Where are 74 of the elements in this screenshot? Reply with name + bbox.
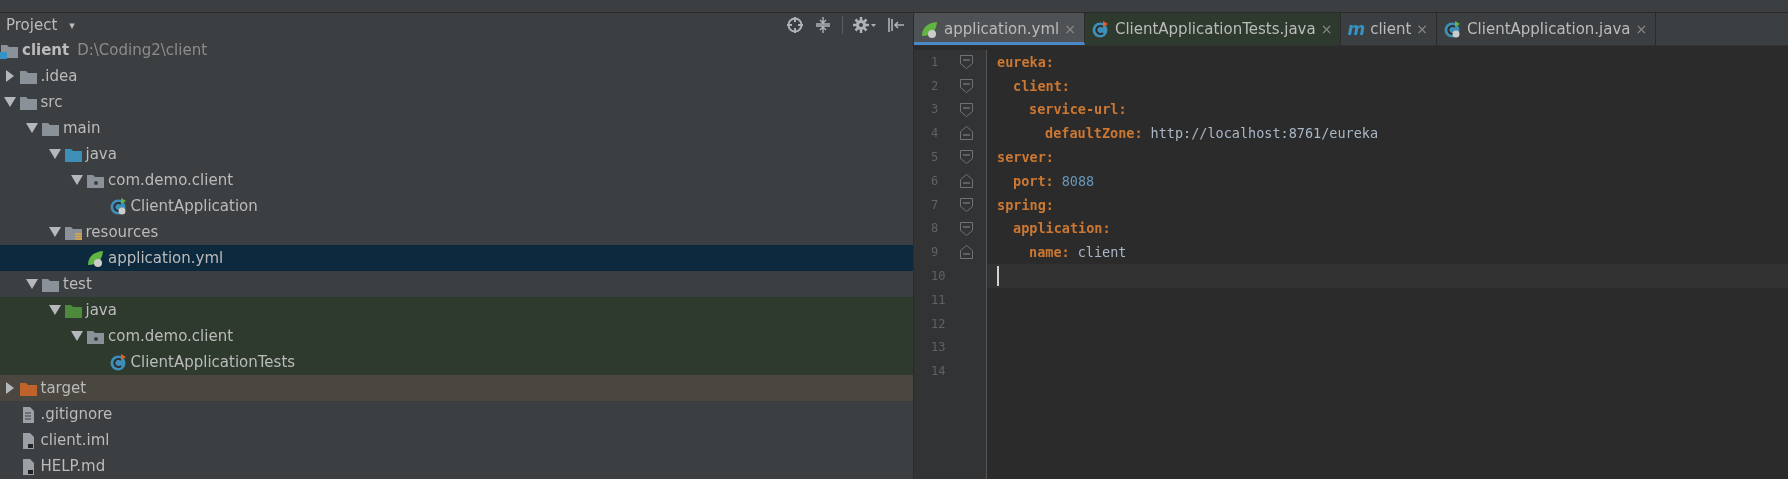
expanded-arrow-icon[interactable] bbox=[48, 149, 61, 159]
selected-row[interactable]: application.yml bbox=[0, 245, 913, 271]
tree-item[interactable]: ClientApplicationTests bbox=[130, 353, 296, 371]
fold-marker-icon[interactable] bbox=[960, 150, 973, 165]
tree-item[interactable]: HELP.md bbox=[40, 457, 106, 475]
collapse-icon[interactable] bbox=[814, 16, 832, 34]
fold-marker-icon[interactable] bbox=[960, 197, 973, 212]
crosshair-icon[interactable] bbox=[786, 16, 804, 34]
maven-icon: m bbox=[1347, 19, 1366, 39]
text-caret bbox=[997, 266, 999, 287]
collapsed-arrow-icon[interactable] bbox=[5, 382, 14, 394]
tree-item[interactable]: ClientApplication bbox=[130, 197, 258, 215]
editor-tab[interactable]: application.yml × bbox=[914, 13, 1085, 45]
fold-end-icon[interactable] bbox=[960, 245, 973, 260]
fold-end-icon[interactable] bbox=[960, 126, 973, 141]
editor-tab[interactable]: ClientApplication.java × bbox=[1437, 13, 1657, 45]
expanded-arrow-icon[interactable] bbox=[71, 175, 83, 185]
tree-item[interactable]: java bbox=[85, 145, 117, 163]
tree-item[interactable]: .idea bbox=[40, 67, 78, 85]
class-icon bbox=[108, 353, 128, 371]
close-icon[interactable]: × bbox=[1635, 21, 1648, 37]
yaml-key: server: bbox=[997, 149, 1054, 166]
fold-end-icon[interactable] bbox=[960, 174, 973, 188]
tree-item[interactable]: resources bbox=[85, 223, 159, 241]
tree-item[interactable]: client.iml bbox=[40, 431, 110, 449]
settings-icon[interactable] bbox=[853, 16, 877, 34]
yaml-key: spring: bbox=[997, 196, 1054, 213]
expanded-arrow-icon[interactable] bbox=[71, 331, 83, 341]
class-icon bbox=[1090, 20, 1110, 38]
tree-item[interactable]: src bbox=[40, 93, 63, 111]
fold-marker-icon[interactable] bbox=[960, 221, 973, 236]
tree-item[interactable]: com.demo.client bbox=[108, 171, 234, 189]
expanded-arrow-icon[interactable] bbox=[3, 97, 16, 107]
excluded-row[interactable]: target bbox=[0, 375, 913, 401]
test-scope-row[interactable]: ClientApplicationTests bbox=[0, 349, 913, 375]
close-icon[interactable]: × bbox=[1416, 21, 1429, 37]
yaml-value: http://localhost:8761/eureka bbox=[1150, 125, 1379, 142]
yaml-key: name: bbox=[1029, 244, 1070, 261]
expanded-arrow-icon[interactable] bbox=[26, 279, 38, 289]
yaml-key: port: bbox=[1013, 172, 1054, 189]
fold-marker-icon[interactable] bbox=[960, 55, 973, 69]
editor-tab[interactable]: ClientApplicationTests.java × bbox=[1084, 13, 1342, 45]
expanded-arrow-icon[interactable] bbox=[26, 123, 38, 133]
leaf-icon bbox=[920, 20, 939, 38]
expanded-arrow-icon[interactable] bbox=[48, 227, 61, 237]
yaml-key: defaultZone: bbox=[1045, 125, 1143, 142]
expanded-arrow-icon[interactable] bbox=[48, 305, 61, 315]
tree-item[interactable]: java bbox=[85, 301, 117, 319]
tree-item[interactable]: com.demo.client bbox=[108, 327, 234, 345]
test-scope-row[interactable]: java bbox=[0, 297, 913, 323]
project-path: D:\Coding2\client bbox=[77, 41, 208, 59]
tree-item[interactable]: .gitignore bbox=[40, 405, 113, 423]
tree-item[interactable]: client bbox=[22, 41, 70, 59]
yaml-value: 8088 bbox=[1061, 172, 1095, 189]
yaml-key: service-url: bbox=[1029, 101, 1127, 118]
fold-marker-icon[interactable] bbox=[960, 78, 973, 93]
leaf-icon bbox=[86, 249, 105, 267]
editor-tab[interactable]: m client × bbox=[1341, 13, 1438, 45]
collapsed-arrow-icon[interactable] bbox=[5, 70, 14, 82]
hide-panel-icon[interactable] bbox=[887, 16, 905, 34]
class-icon bbox=[108, 197, 128, 215]
yaml-value: client bbox=[1077, 244, 1127, 261]
test-scope-row[interactable]: com.demo.client bbox=[0, 323, 913, 349]
dropdown-caret[interactable]: ▾ bbox=[69, 18, 75, 32]
yaml-key: eureka: bbox=[997, 53, 1054, 70]
fold-marker-icon[interactable] bbox=[960, 102, 973, 117]
tree-item[interactable]: target bbox=[40, 379, 87, 397]
panel-title[interactable]: Project bbox=[6, 16, 58, 34]
close-icon[interactable]: × bbox=[1320, 21, 1333, 37]
tree-item[interactable]: test bbox=[63, 275, 92, 293]
tree-item[interactable]: application.yml bbox=[108, 249, 224, 267]
yaml-key: application: bbox=[1013, 220, 1111, 237]
yaml-key: client: bbox=[1013, 77, 1070, 94]
tree-item[interactable]: main bbox=[63, 119, 101, 137]
